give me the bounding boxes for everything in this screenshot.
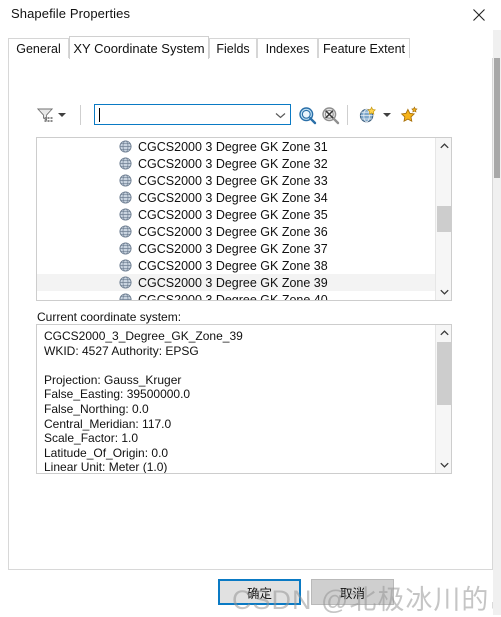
tab-general[interactable]: General — [8, 38, 69, 59]
coordinate-system-toolbar — [32, 101, 472, 129]
list-item[interactable]: CGCS2000 3 Degree GK Zone 33 — [37, 172, 436, 189]
list-scroll-down-button[interactable] — [436, 284, 451, 300]
add-to-favorites-button[interactable] — [400, 101, 419, 129]
globe-star-icon — [359, 105, 376, 122]
list-item[interactable]: CGCS2000 3 Degree GK Zone 36 — [37, 223, 436, 240]
search-input[interactable] — [94, 104, 291, 125]
shapefile-properties-dialog: Shapefile Properties General XY Coordina… — [0, 0, 501, 615]
tab-general-label: General — [16, 42, 61, 56]
filter-icon — [36, 108, 54, 122]
tab-feature-extent[interactable]: Feature Extent — [318, 38, 410, 59]
list-scroll-thumb[interactable] — [437, 206, 451, 232]
list-item[interactable]: CGCS2000 3 Degree GK Zone 40 — [37, 291, 436, 300]
filter-button[interactable] — [36, 101, 54, 129]
list-item-label: CGCS2000 3 Degree GK Zone 34 — [138, 190, 328, 205]
list-item-label: CGCS2000 3 Degree GK Zone 39 — [138, 275, 328, 290]
globe-icon — [119, 225, 132, 238]
dialog-scrollbar[interactable] — [493, 30, 501, 615]
search-icon — [299, 106, 317, 124]
list-item[interactable]: CGCS2000 3 Degree GK Zone 34 — [37, 189, 436, 206]
chevron-up-icon — [439, 143, 449, 149]
list-item-label: CGCS2000 3 Degree GK Zone 37 — [138, 241, 328, 256]
search-dropdown-button[interactable] — [274, 110, 286, 121]
dialog-footer: 确定 取消 — [0, 570, 501, 615]
tab-fields-label: Fields — [216, 42, 250, 56]
current-coordinate-system-text: CGCS2000_3_Degree_GK_Zone_39 WKID: 4527 … — [44, 329, 243, 474]
list-scroll-up-button[interactable] — [436, 138, 451, 154]
search-button[interactable] — [298, 101, 317, 129]
list-item-label: CGCS2000 3 Degree GK Zone 36 — [138, 224, 328, 239]
close-icon — [472, 9, 485, 21]
list-item[interactable]: CGCS2000 3 Degree GK Zone 38 — [37, 257, 436, 274]
chevron-down-icon — [439, 462, 449, 468]
list-item-label: CGCS2000 3 Degree GK Zone 31 — [138, 139, 328, 154]
current-coordinate-system-box[interactable]: CGCS2000_3_Degree_GK_Zone_39 WKID: 4527 … — [36, 324, 452, 474]
chevron-down-icon — [439, 289, 449, 295]
globe-icon — [119, 140, 132, 153]
chevron-down-icon — [58, 113, 66, 117]
list-item-label: CGCS2000 3 Degree GK Zone 33 — [138, 173, 328, 188]
ccs-scroll-down-button[interactable] — [436, 457, 451, 473]
globe-icon — [119, 191, 132, 204]
tab-xy-coordinate-system[interactable]: XY Coordinate System — [69, 36, 209, 59]
toolbar-separator-1 — [80, 105, 81, 125]
current-coordinate-system-label: Current coordinate system: — [37, 310, 182, 324]
globe-icon — [119, 276, 132, 289]
title-bar: Shapefile Properties — [0, 0, 501, 30]
ok-button[interactable]: 确定 — [218, 579, 301, 605]
text-caret — [99, 108, 100, 122]
chevron-down-icon — [383, 113, 391, 117]
tab-xy-coordinate-system-label: XY Coordinate System — [73, 40, 205, 56]
chevron-down-icon — [275, 113, 285, 119]
tab-strip: General XY Coordinate System Fields Inde… — [8, 36, 493, 59]
clear-search-icon — [322, 106, 340, 124]
coordinate-system-list-items: CGCS2000 3 Degree GK Zone 31 CGCS2000 3 D… — [37, 138, 436, 300]
add-coordinate-system-button[interactable] — [358, 101, 377, 129]
list-item[interactable]: CGCS2000 3 Degree GK Zone 32 — [37, 155, 436, 172]
cancel-button[interactable]: 取消 — [311, 579, 394, 605]
add-coordinate-system-dropdown-button[interactable] — [383, 101, 391, 129]
globe-icon — [119, 242, 132, 255]
list-item[interactable]: CGCS2000 3 Degree GK Zone 35 — [37, 206, 436, 223]
tab-indexes-label: Indexes — [265, 42, 310, 56]
globe-icon — [119, 259, 132, 272]
window-title: Shapefile Properties — [11, 6, 131, 21]
tab-fields[interactable]: Fields — [209, 38, 257, 59]
list-item-label: CGCS2000 3 Degree GK Zone 38 — [138, 258, 328, 273]
list-item-label: CGCS2000 3 Degree GK Zone 32 — [138, 156, 328, 171]
list-item[interactable]: CGCS2000 3 Degree GK Zone 37 — [37, 240, 436, 257]
clear-search-button[interactable] — [321, 101, 340, 129]
current-coordinate-system-scrollbar[interactable] — [435, 325, 451, 473]
list-item-label: CGCS2000 3 Degree GK Zone 35 — [138, 207, 328, 222]
tab-feature-extent-label: Feature Extent — [323, 42, 405, 56]
favorite-star-icon — [400, 105, 418, 122]
ccs-scroll-thumb[interactable] — [437, 342, 451, 405]
filter-dropdown-button[interactable] — [58, 101, 66, 129]
list-item-label: CGCS2000 3 Degree GK Zone 40 — [138, 292, 328, 301]
ok-button-label: 确定 — [246, 586, 272, 601]
tab-indexes[interactable]: Indexes — [257, 38, 318, 59]
chevron-up-icon — [439, 330, 449, 336]
toolbar-separator-2 — [347, 105, 348, 125]
list-item[interactable]: CGCS2000 3 Degree GK Zone 31 — [37, 138, 436, 155]
globe-icon — [119, 293, 132, 300]
dialog-scroll-thumb[interactable] — [494, 58, 500, 178]
cancel-button-label: 取消 — [339, 586, 365, 601]
list-item[interactable]: CGCS2000 3 Degree GK Zone 39 — [37, 274, 436, 291]
globe-icon — [119, 174, 132, 187]
list-scrollbar[interactable] — [435, 138, 451, 300]
close-button[interactable] — [456, 0, 501, 30]
ccs-scroll-up-button[interactable] — [436, 325, 451, 341]
globe-icon — [119, 157, 132, 170]
globe-icon — [119, 208, 132, 221]
coordinate-system-list[interactable]: CGCS2000 3 Degree GK Zone 31 CGCS2000 3 D… — [36, 137, 452, 301]
